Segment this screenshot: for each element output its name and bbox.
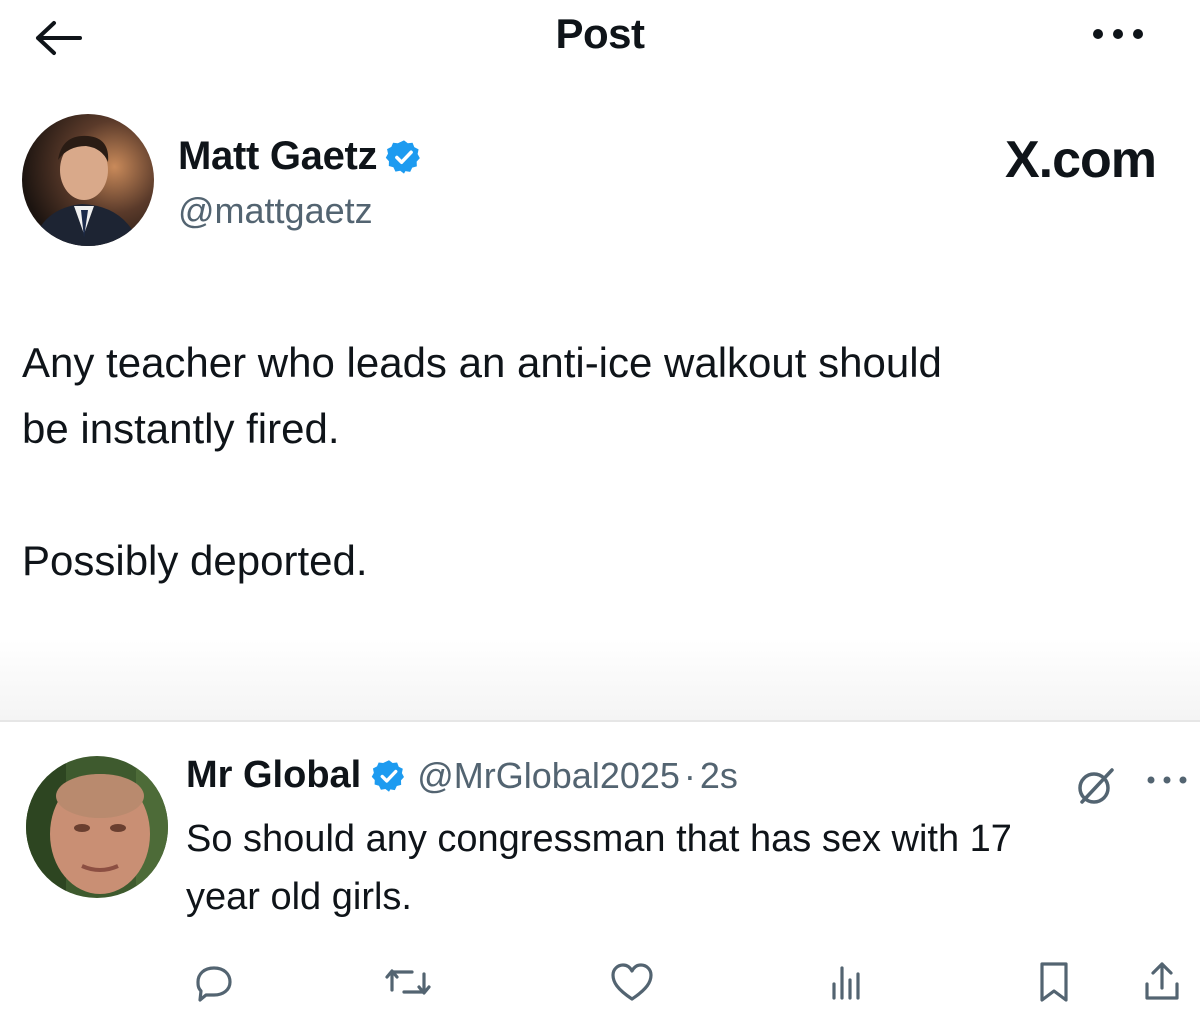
reply-header: Mr Global @MrGlobal2025 · 2s [186,754,738,797]
grok-icon [1072,762,1120,810]
share-button[interactable] [1132,952,1192,1012]
share-icon [1142,960,1182,1004]
bookmark-icon [1034,960,1074,1004]
post-text-line: Any teacher who leads an anti-ice walkou… [22,339,942,386]
reply-timestamp[interactable]: 2s [700,755,738,797]
reply-author-handle[interactable]: @MrGlobal2025 [417,755,680,797]
reply-button[interactable] [184,952,244,1012]
top-bar: Post [0,0,1200,80]
watermark-text: X.com [1004,131,1157,189]
post-author: Matt Gaetz @mattgaetz X.com [22,114,1182,254]
dot-separator: · [683,754,696,796]
more-horizontal-icon [1088,22,1148,46]
post-body: Any teacher who leads an anti-ice walkou… [22,330,1182,594]
grok-button[interactable] [1072,762,1120,810]
verified-badge-icon [385,138,423,176]
page-title: Post [555,10,645,57]
like-button[interactable] [602,952,662,1012]
avatar[interactable] [26,756,168,898]
reply-text-line: year old girls. [186,876,412,918]
reply-item[interactable]: Mr Global @MrGlobal2025 · 2s So should a… [0,722,1200,1030]
views-button[interactable] [816,952,876,1012]
post-text-line: be instantly fired. [22,405,340,452]
reply-body: So should any congressman that has sex w… [186,810,1176,926]
author-name-row: Matt Gaetz [178,134,423,179]
author-name[interactable]: Matt Gaetz [178,134,378,179]
post-text-line: Possibly deported. [22,537,368,584]
like-icon [609,960,655,1004]
reply-author-name[interactable]: Mr Global [186,754,361,797]
avatar[interactable] [22,114,154,246]
section-shade [0,640,1200,720]
reply-more-button[interactable] [1142,770,1192,790]
more-horizontal-icon [1142,770,1192,790]
verified-badge-icon [371,758,407,794]
more-button[interactable] [1088,22,1148,46]
reply-icon [192,960,236,1004]
reply-text-line: So should any congressman that has sex w… [186,818,1012,860]
repost-icon [384,960,432,1004]
bookmark-button[interactable] [1024,952,1084,1012]
reply-action-bar [0,952,1200,1012]
author-handle[interactable]: @mattgaetz [178,190,373,232]
views-icon [826,962,866,1002]
repost-button[interactable] [378,952,438,1012]
